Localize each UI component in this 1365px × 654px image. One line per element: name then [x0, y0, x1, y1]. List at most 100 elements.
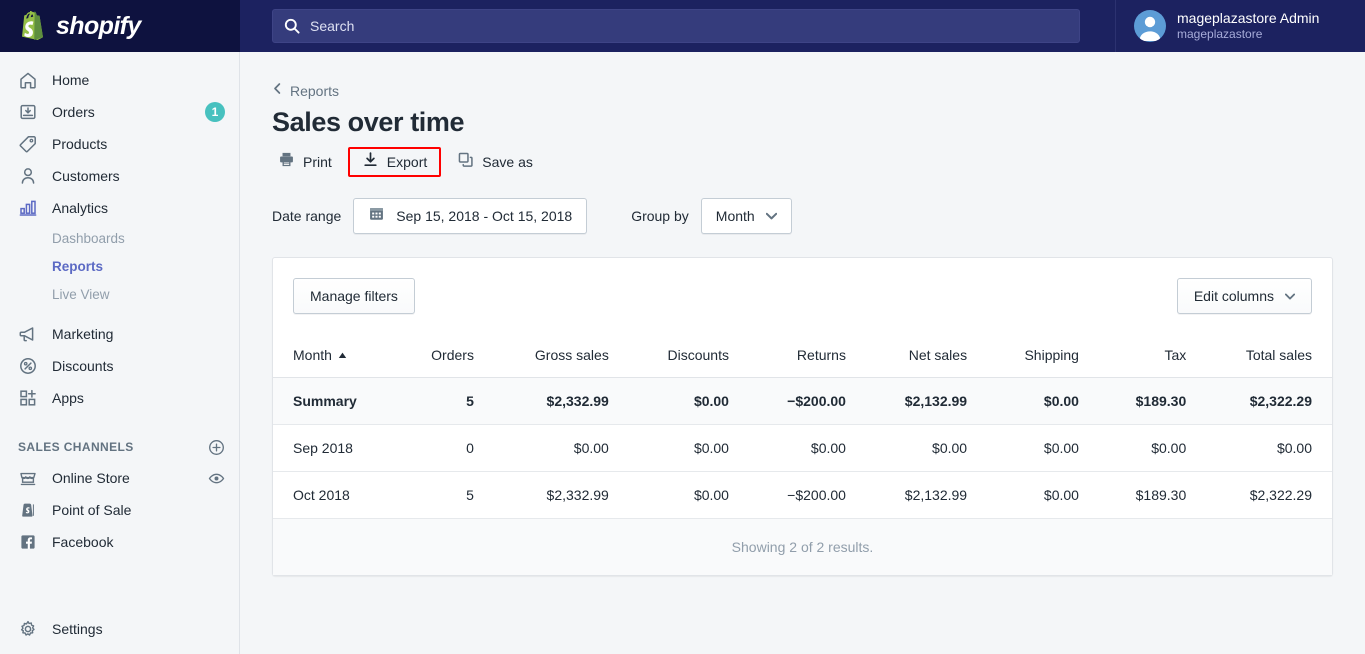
column-header-shipping[interactable]: Shipping: [987, 334, 1099, 378]
sidebar-item-home[interactable]: Home: [0, 64, 239, 96]
sidebar-item-point-of-sale[interactable]: Point of Sale: [0, 494, 239, 526]
save-as-button[interactable]: Save as: [451, 147, 539, 177]
sidebar-item-customers[interactable]: Customers: [0, 160, 239, 192]
cell-shipping: $0.00: [987, 377, 1099, 425]
sidebar-item-orders[interactable]: Orders 1: [0, 96, 239, 128]
table-head: Month Orders Gross sales Discounts Retur…: [273, 334, 1332, 378]
sidebar-item-marketing[interactable]: Marketing: [0, 318, 239, 350]
online-store-icon: [18, 468, 38, 488]
chevron-down-icon: [1285, 293, 1295, 300]
table-row[interactable]: Sep 2018 0 $0.00 $0.00 $0.00 $0.00 $0.00…: [273, 424, 1332, 472]
breadcrumb[interactable]: Reports: [272, 82, 1333, 100]
column-header-discounts[interactable]: Discounts: [628, 334, 749, 378]
sales-channels-header: SALES CHANNELS: [0, 432, 239, 462]
cell-orders: 0: [395, 424, 494, 472]
shopify-logo[interactable]: shopify: [0, 0, 240, 52]
main-content: Reports Sales over time Print Export Sav…: [240, 52, 1365, 654]
table-footer: Showing 2 of 2 results.: [273, 519, 1332, 575]
eye-icon[interactable]: [208, 470, 225, 487]
breadcrumb-label: Reports: [290, 83, 340, 99]
sidebar-label: Orders: [52, 104, 95, 120]
sidebar-label: Analytics: [52, 200, 109, 216]
cell-discounts: $0.00: [628, 424, 749, 472]
sidebar-item-discounts[interactable]: Discounts: [0, 350, 239, 382]
column-header-returns[interactable]: Returns: [748, 334, 866, 378]
manage-filters-button[interactable]: Manage filters: [293, 278, 415, 314]
sidebar-item-facebook[interactable]: Facebook: [0, 526, 239, 558]
sidebar-label: Home: [52, 72, 90, 88]
printer-icon: [278, 151, 295, 173]
search-icon: [284, 18, 300, 34]
sidebar-sublabel: Dashboards: [52, 230, 125, 246]
cell-discounts: $0.00: [628, 471, 749, 519]
cell-returns: −$200.00: [748, 471, 866, 519]
column-header-net-sales[interactable]: Net sales: [865, 334, 988, 378]
group-by-value: Month: [715, 208, 755, 224]
user-menu[interactable]: mageplazastore Admin mageplazastore: [1115, 0, 1365, 52]
sidebar-label: Online Store: [52, 470, 130, 486]
cell-net-sales: $2,132.99: [865, 471, 988, 519]
chevron-down-icon: [765, 212, 777, 220]
home-icon: [18, 70, 38, 90]
sidebar-subitem-live-view[interactable]: Live View: [0, 280, 239, 308]
table-header-row: Month Orders Gross sales Discounts Retur…: [273, 334, 1332, 378]
sidebar-label: Marketing: [52, 326, 114, 342]
report-card: Manage filters Edit columns Month Orders…: [272, 257, 1333, 576]
body: Home Orders 1 Products Customers Analyti…: [0, 52, 1365, 654]
sidebar-label: Products: [52, 136, 108, 152]
action-label: Print: [303, 154, 332, 170]
point-of-sale-icon: [18, 500, 38, 520]
cell-total-sales: $2,322.29: [1206, 377, 1332, 425]
chevron-left-icon: [272, 82, 283, 100]
group-by-label: Group by: [631, 208, 689, 224]
table-row[interactable]: Oct 2018 5 $2,332.99 $0.00 −$200.00 $2,1…: [273, 471, 1332, 519]
report-controls: Date range Sep 15, 2018 - Oct 15, 2018 G…: [272, 198, 1333, 234]
sidebar-item-online-store[interactable]: Online Store: [0, 462, 239, 494]
sidebar-label: Point of Sale: [52, 502, 132, 518]
cell-tax: $189.30: [1098, 471, 1207, 519]
apps-grid-plus-icon: [18, 388, 38, 408]
plus-circle-icon[interactable]: [208, 439, 225, 456]
print-button[interactable]: Print: [272, 147, 338, 177]
cell-month: Sep 2018: [273, 424, 396, 472]
group-by-select[interactable]: Month: [700, 198, 792, 234]
cell-shipping: $0.00: [987, 424, 1099, 472]
column-header-tax[interactable]: Tax: [1098, 334, 1207, 378]
column-header-orders[interactable]: Orders: [395, 334, 494, 378]
date-range-picker[interactable]: Sep 15, 2018 - Oct 15, 2018: [353, 198, 588, 234]
column-header-gross-sales[interactable]: Gross sales: [493, 334, 629, 378]
sidebar-item-products[interactable]: Products: [0, 128, 239, 160]
gear-icon: [18, 619, 38, 639]
sidebar-sublabel: Reports: [52, 258, 104, 274]
card-toolbar: Manage filters Edit columns: [273, 258, 1332, 334]
sidebar-label: Discounts: [52, 358, 114, 374]
sidebar-item-apps[interactable]: Apps: [0, 382, 239, 414]
sales-over-time-table: Month Orders Gross sales Discounts Retur…: [273, 334, 1332, 519]
sidebar-label: Facebook: [52, 534, 114, 550]
sales-channels-title: SALES CHANNELS: [18, 440, 134, 454]
calendar-icon: [368, 205, 385, 227]
sidebar-subitem-reports[interactable]: Reports: [0, 252, 239, 280]
manage-filters-label: Manage filters: [310, 288, 398, 304]
sidebar-label: Apps: [52, 390, 84, 406]
orders-count-badge: 1: [205, 102, 225, 122]
cell-net-sales: $0.00: [865, 424, 988, 472]
column-header-total-sales[interactable]: Total sales: [1206, 334, 1332, 378]
sidebar-item-analytics[interactable]: Analytics: [0, 192, 239, 224]
user-store-name: mageplazastore: [1177, 27, 1263, 42]
cell-returns: −$200.00: [748, 377, 866, 425]
cell-shipping: $0.00: [987, 471, 1099, 519]
sidebar-subitem-dashboards[interactable]: Dashboards: [0, 224, 239, 252]
cell-gross-sales: $0.00: [493, 424, 629, 472]
date-range-label: Date range: [272, 208, 342, 224]
customers-person-icon: [18, 166, 38, 186]
search-input[interactable]: Search: [272, 9, 1080, 43]
sidebar-sublabel: Live View: [52, 286, 110, 302]
sidebar-item-settings[interactable]: Settings: [0, 619, 239, 654]
export-button[interactable]: Export: [347, 147, 442, 177]
avatar: [1134, 10, 1166, 42]
edit-columns-button[interactable]: Edit columns: [1176, 278, 1312, 314]
duplicate-icon: [457, 151, 474, 173]
column-header-month[interactable]: Month: [273, 334, 396, 378]
